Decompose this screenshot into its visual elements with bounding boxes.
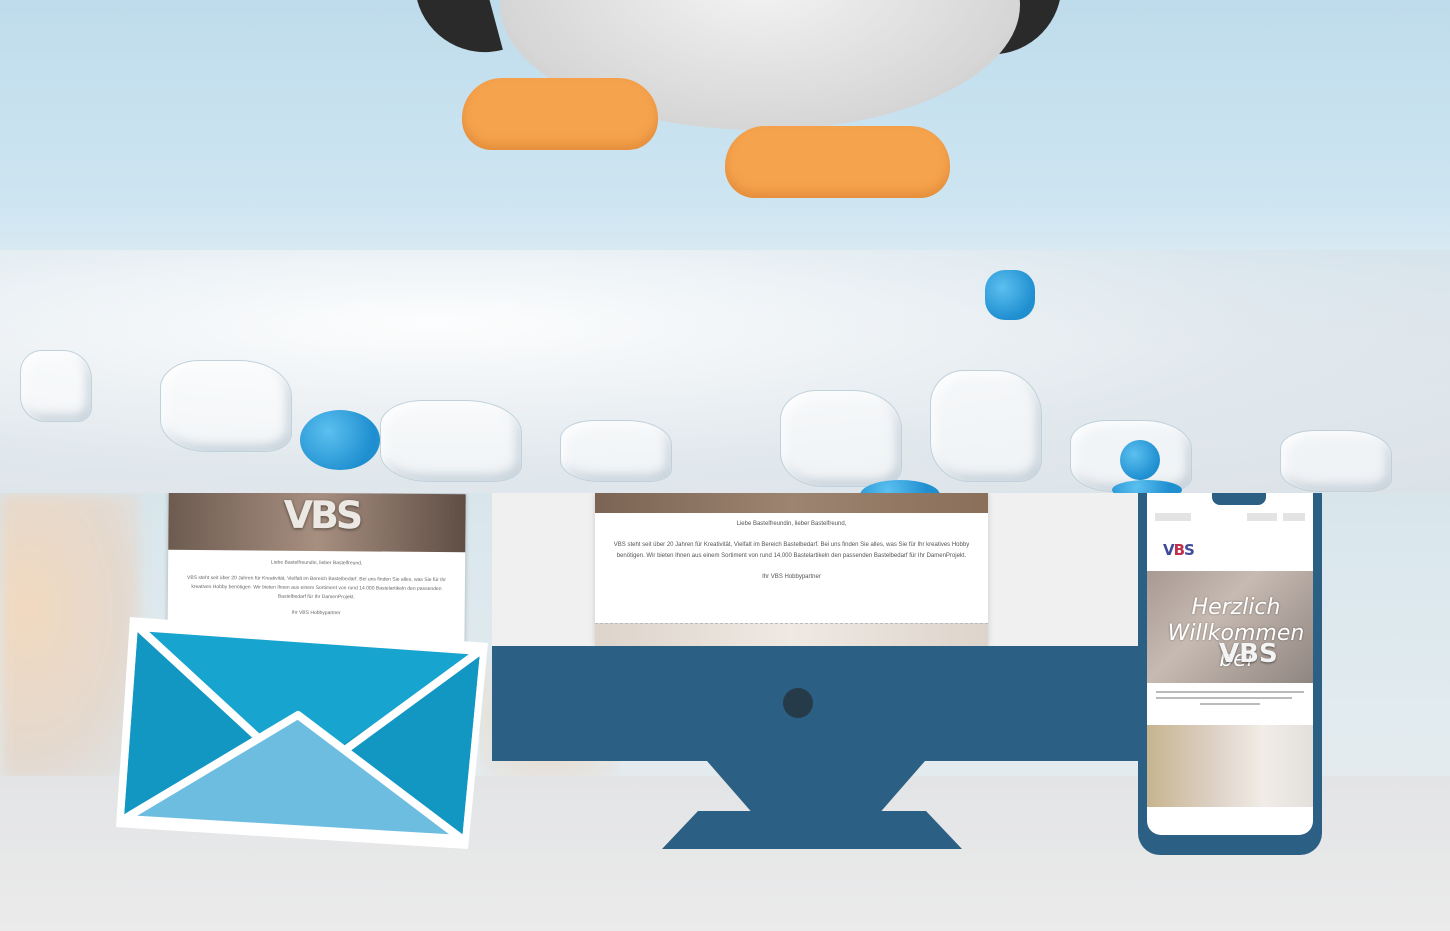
newsletter-header-image bbox=[595, 493, 988, 513]
phone-status-bar bbox=[1283, 513, 1305, 521]
envelope-icon bbox=[116, 617, 488, 849]
blue-bead bbox=[1120, 440, 1160, 480]
phone-hero-brand: VBS bbox=[1219, 639, 1278, 669]
blue-bead bbox=[1112, 480, 1182, 493]
letter-greeting: Liebe Bastelfreundin, lieber Bastelfreun… bbox=[270, 559, 363, 567]
letter-body: VBS steht seit über 20 Jahren für Kreati… bbox=[187, 574, 446, 601]
ice-cube bbox=[560, 420, 672, 482]
vbs-logo: VBS bbox=[1163, 541, 1195, 559]
ice-cube bbox=[380, 400, 522, 482]
phone-notch bbox=[1212, 493, 1266, 505]
ice-cube bbox=[780, 390, 902, 487]
phone-status-bar bbox=[1155, 513, 1191, 521]
phone-text-lines bbox=[1156, 691, 1304, 709]
devices-scene: Liebe Bastelfreundin, lieber Bastelfreun… bbox=[0, 493, 1450, 931]
monitor-camera-icon bbox=[783, 688, 813, 718]
ice-cube bbox=[1280, 430, 1392, 492]
blue-bead bbox=[300, 410, 380, 470]
phone-photo bbox=[1147, 725, 1313, 807]
ice-cube bbox=[20, 350, 92, 422]
ice-cube bbox=[930, 370, 1042, 482]
phone-status-bar bbox=[1247, 513, 1277, 521]
hero-banner bbox=[0, 0, 1450, 493]
blue-bead bbox=[985, 270, 1035, 320]
newsletter-preview: Liebe Bastelfreundin, lieber Bastelfreun… bbox=[595, 493, 988, 646]
newsletter-greeting: Liebe Bastelfreundin, lieber Bastelfreun… bbox=[736, 521, 847, 527]
penguin-right-foot bbox=[725, 126, 950, 198]
ice-cube bbox=[160, 360, 292, 452]
newsletter-signature: Ihr VBS Hobbypartner bbox=[762, 574, 821, 580]
monitor-stand-base bbox=[662, 811, 962, 849]
monitor-bezel bbox=[492, 646, 1140, 761]
phone-hero-image: Herzlich Willkommen bei VBS bbox=[1147, 571, 1313, 683]
letter-brand: VBS bbox=[283, 493, 361, 538]
newsletter-body: VBS steht seit über 20 Jahren für Kreati… bbox=[613, 542, 970, 559]
smartphone: VBS Herzlich Willkommen bei VBS bbox=[1138, 493, 1322, 855]
newsletter-footer-image bbox=[595, 623, 988, 646]
penguin-left-flipper bbox=[417, 0, 503, 68]
penguin-left-foot bbox=[462, 78, 658, 150]
letter-header-image: VBS bbox=[168, 493, 466, 553]
